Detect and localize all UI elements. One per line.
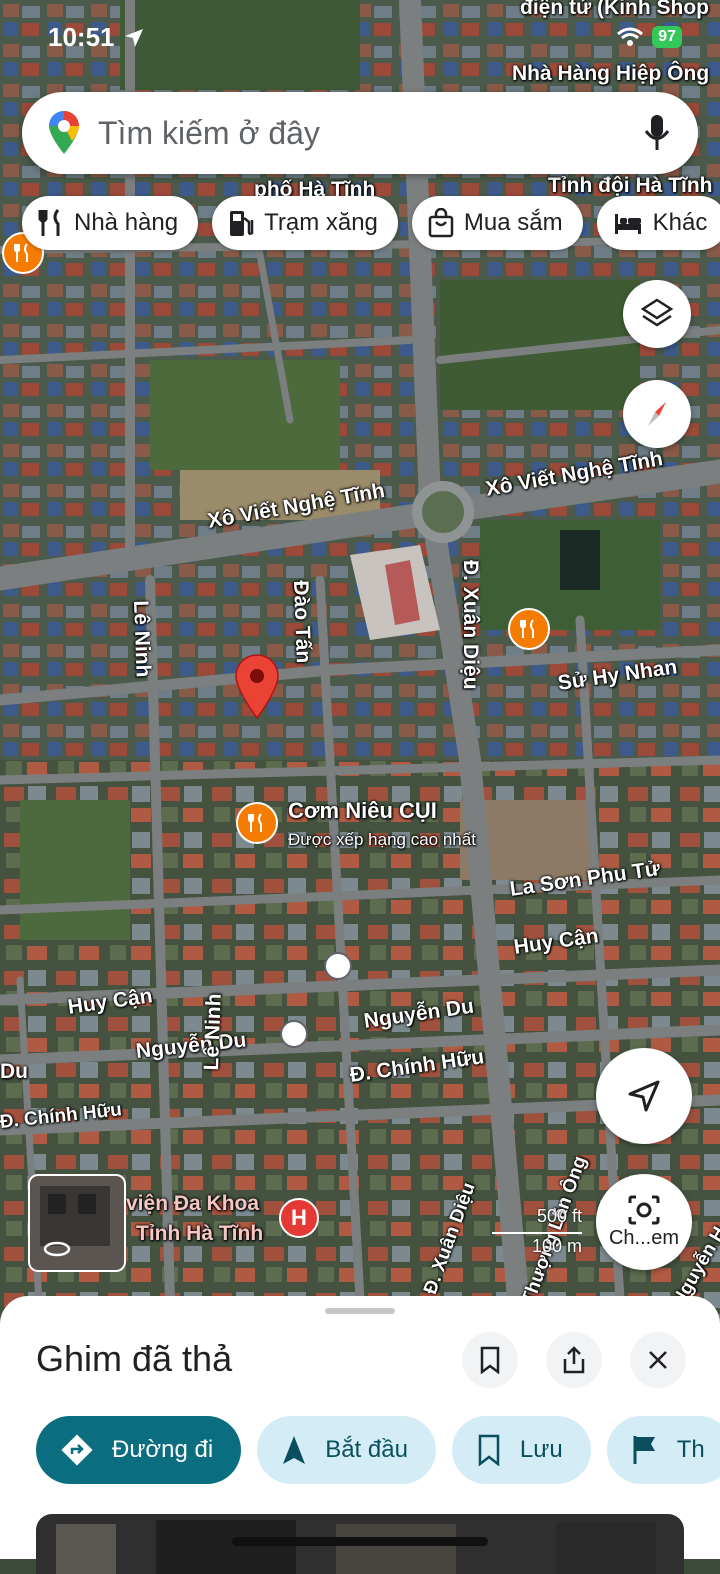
action-label: Lưu bbox=[519, 1436, 563, 1463]
bookmark-outline-icon bbox=[480, 1346, 500, 1374]
navigation-arrow-icon bbox=[283, 1436, 306, 1464]
hotel-icon bbox=[614, 214, 641, 234]
wifi-icon bbox=[617, 27, 644, 46]
clock: 10:51 bbox=[48, 22, 115, 52]
start-button[interactable]: Bắt đầu bbox=[257, 1416, 436, 1484]
bookmark-icon bbox=[478, 1434, 500, 1466]
fork-knife-icon bbox=[248, 813, 262, 832]
layers-icon bbox=[640, 298, 674, 327]
chip-label: Trạm xăng bbox=[264, 209, 378, 236]
search-input[interactable]: Tìm kiếm ở đây bbox=[98, 115, 320, 152]
street-label: Đ. Xuân Diệu bbox=[459, 560, 482, 690]
navigation-icon bbox=[628, 1080, 660, 1112]
map-label-restaurant[interactable]: Nhà Hàng Hiệp Ông bbox=[512, 62, 709, 86]
bottom-sheet[interactable]: Ghim đã thả Đường đi Bắt đầu Lưu Th bbox=[0, 1296, 720, 1574]
action-label: Th bbox=[676, 1436, 705, 1463]
rotate-360-icon bbox=[43, 1241, 71, 1257]
restaurant-icon bbox=[38, 209, 60, 236]
compass-button[interactable] bbox=[623, 380, 691, 448]
map-scale: 500 ft 100 m bbox=[492, 1206, 582, 1256]
dropped-pin-icon[interactable] bbox=[234, 654, 280, 720]
gas-station-icon bbox=[230, 211, 254, 236]
search-bar[interactable]: Tìm kiếm ở đây bbox=[22, 92, 698, 174]
fork-knife-icon bbox=[520, 619, 534, 638]
flag-icon bbox=[633, 1436, 655, 1464]
sheet-title: Ghim đã thả bbox=[36, 1338, 233, 1379]
status-bar-time: 10:51 bbox=[48, 22, 145, 53]
satellite-map[interactable]: 10:51 97 điện tử (Kinh Shop Nhà Hàng Hiệ… bbox=[0, 0, 720, 1320]
action-label: Bắt đầu bbox=[325, 1436, 408, 1463]
save-icon-button[interactable] bbox=[462, 1332, 518, 1388]
close-button[interactable] bbox=[630, 1332, 686, 1388]
location-arrow-icon bbox=[124, 28, 143, 47]
share-button[interactable] bbox=[546, 1332, 602, 1388]
action-buttons: Đường đi Bắt đầu Lưu Th bbox=[36, 1416, 720, 1484]
share-icon bbox=[563, 1346, 585, 1374]
my-location-button[interactable] bbox=[596, 1048, 692, 1144]
street-label: Du bbox=[0, 1060, 28, 1083]
chip-hotels[interactable]: Khác bbox=[596, 196, 720, 250]
chip-gas-stations[interactable]: Trạm xăng bbox=[212, 196, 398, 250]
street-label: Đào Tấn bbox=[289, 580, 315, 664]
layers-button[interactable] bbox=[623, 280, 691, 348]
scale-feet: 500 ft bbox=[536, 1206, 582, 1226]
poi-label-hospital[interactable]: viện Đa Khoa bbox=[126, 1192, 259, 1216]
chip-shopping[interactable]: Mua sắm bbox=[411, 196, 583, 250]
sheet-drag-handle[interactable] bbox=[325, 1308, 395, 1314]
street-label: Lê Ninh bbox=[200, 993, 226, 1071]
camera-lens-icon bbox=[628, 1195, 660, 1224]
compass-icon bbox=[648, 402, 666, 426]
lens-label: Ch...em bbox=[608, 1226, 680, 1249]
label-button[interactable]: Th bbox=[606, 1416, 720, 1484]
category-chips: Nhà hàng Trạm xăng Mua sắm Khác bbox=[22, 196, 720, 250]
action-label: Đường đi bbox=[112, 1436, 214, 1463]
hospital-marker[interactable]: H bbox=[279, 1198, 319, 1238]
hospital-icon: H bbox=[291, 1205, 307, 1230]
chip-label: Mua sắm bbox=[463, 209, 563, 236]
google-maps-logo-icon bbox=[49, 111, 79, 154]
directions-button[interactable]: Đường đi bbox=[36, 1416, 242, 1484]
map-label-tinh-doi[interactable]: Tỉnh đội Hà Tĩnh bbox=[548, 174, 712, 198]
microphone-icon[interactable] bbox=[644, 114, 670, 152]
poi-label-hospital[interactable]: Tỉnh Hà Tĩnh bbox=[136, 1222, 263, 1246]
chip-restaurants[interactable]: Nhà hàng bbox=[22, 196, 199, 250]
status-bar-right: 97 bbox=[616, 26, 682, 48]
restaurant-marker-com-nieu[interactable] bbox=[236, 802, 278, 844]
close-icon bbox=[649, 1351, 667, 1369]
shopping-bag-icon bbox=[428, 208, 454, 238]
directions-icon bbox=[61, 1434, 93, 1466]
poi-sublabel: Được xếp hạng cao nhất bbox=[288, 830, 476, 849]
battery-indicator: 97 bbox=[652, 26, 682, 48]
street-view-thumbnail[interactable] bbox=[28, 1174, 126, 1272]
lens-button[interactable]: Ch...em bbox=[596, 1174, 692, 1270]
chip-label: Nhà hàng bbox=[74, 209, 179, 236]
poi-label-com-nieu[interactable]: Cơm Niêu CỤI bbox=[288, 798, 437, 824]
map-label-shop[interactable]: điện tử (Kinh Shop bbox=[520, 0, 709, 20]
restaurant-marker[interactable] bbox=[508, 608, 550, 650]
bus-stop-icon[interactable] bbox=[280, 1020, 308, 1048]
save-button[interactable]: Lưu bbox=[451, 1416, 591, 1484]
street-label: Lê Ninh bbox=[129, 600, 155, 678]
bus-stop-icon[interactable] bbox=[324, 952, 352, 980]
chip-label: Khác bbox=[652, 209, 708, 236]
scale-meters: 100 m bbox=[531, 1236, 582, 1256]
home-indicator[interactable] bbox=[232, 1537, 488, 1546]
